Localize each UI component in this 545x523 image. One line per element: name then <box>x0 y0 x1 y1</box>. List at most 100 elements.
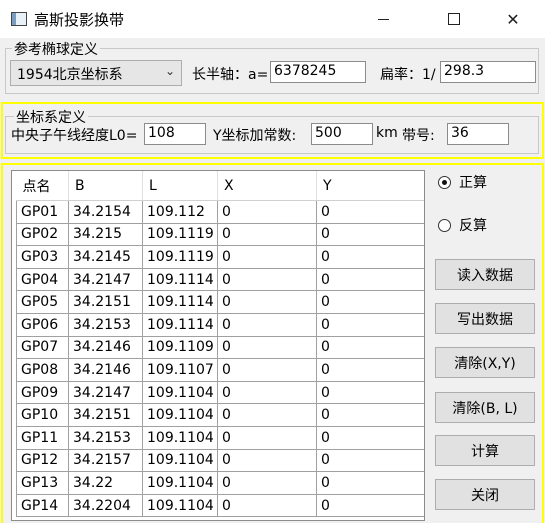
table-cell[interactable]: 0 <box>316 335 424 360</box>
table-cell[interactable]: 0 <box>217 425 317 450</box>
table-cell[interactable]: 34.2151 <box>68 290 143 314</box>
ellipsoid-select[interactable]: 1954北京坐标系 ⌄ <box>10 60 182 86</box>
table-cell[interactable]: 109.1104 <box>142 471 218 495</box>
table-cell[interactable]: 34.2153 <box>68 312 143 337</box>
table-cell[interactable]: 0 <box>217 380 317 405</box>
table-cell[interactable]: 109.1119 <box>142 222 218 247</box>
table-cell[interactable]: 34.2145 <box>68 245 143 269</box>
table-row[interactable]: GP08 34.2146 109.1107 0 0 <box>16 358 424 382</box>
table-cell[interactable]: 109.112 <box>142 200 218 224</box>
table-cell[interactable]: 34.215 <box>68 222 143 247</box>
table-cell[interactable]: 0 <box>217 267 317 292</box>
table-row[interactable]: GP13 34.22 109.1104 0 0 <box>16 471 424 495</box>
data-grid[interactable]: 点名 B L X Y GP01 34.2154 109.112 0 0 GP02 34.21… <box>11 170 425 521</box>
table-cell[interactable]: 0 <box>217 312 317 337</box>
table-cell[interactable]: 0 <box>316 471 424 495</box>
table-cell[interactable]: GP12 <box>16 448 69 473</box>
table-cell[interactable]: 0 <box>217 448 317 473</box>
table-cell[interactable]: 34.2146 <box>68 358 143 382</box>
table-cell[interactable]: GP09 <box>16 380 69 405</box>
table-cell[interactable]: 0 <box>316 290 424 314</box>
table-cell[interactable]: 0 <box>217 403 317 427</box>
clear-xy-button[interactable]: 清除(X,Y) <box>435 347 535 378</box>
table-cell[interactable]: 0 <box>217 245 317 269</box>
table-row[interactable]: GP03 34.2145 109.1119 0 0 <box>16 245 424 269</box>
read-data-button[interactable]: 读入数据 <box>435 259 535 290</box>
table-cell[interactable]: GP10 <box>16 403 69 427</box>
table-cell[interactable]: 0 <box>217 200 317 224</box>
table-cell[interactable]: 109.1107 <box>142 358 218 382</box>
maximize-button[interactable] <box>431 0 477 38</box>
table-cell[interactable]: 34.2147 <box>68 267 143 292</box>
table-cell[interactable]: 0 <box>316 312 424 337</box>
table-row[interactable]: GP06 34.2153 109.1114 0 0 <box>16 312 424 337</box>
table-cell[interactable]: 0 <box>316 403 424 427</box>
table-cell[interactable]: 0 <box>316 380 424 405</box>
table-row[interactable]: GP01 34.2154 109.112 0 0 <box>16 200 424 224</box>
table-cell[interactable]: 34.2146 <box>68 335 143 360</box>
table-cell[interactable]: GP01 <box>16 200 69 224</box>
table-cell[interactable]: 0 <box>217 471 317 495</box>
table-cell[interactable]: 0 <box>217 335 317 360</box>
table-cell[interactable]: 0 <box>217 493 317 518</box>
table-cell[interactable]: 109.1104 <box>142 493 218 518</box>
clear-bl-button[interactable]: 清除(B, L) <box>435 392 535 423</box>
table-row[interactable]: GP04 34.2147 109.1114 0 0 <box>16 267 424 292</box>
column-header[interactable]: L <box>142 171 218 201</box>
table-cell[interactable]: 109.1114 <box>142 290 218 314</box>
table-cell[interactable]: 109.1119 <box>142 245 218 269</box>
table-cell[interactable]: 109.1104 <box>142 403 218 427</box>
table-cell[interactable]: GP08 <box>16 358 69 382</box>
zone-input[interactable]: 36 <box>447 123 509 145</box>
table-cell[interactable]: GP02 <box>16 222 69 247</box>
close-window-button[interactable]: ✕ <box>490 0 536 38</box>
column-header[interactable]: X <box>217 171 317 201</box>
table-row[interactable]: GP09 34.2147 109.1104 0 0 <box>16 380 424 405</box>
y-add-input[interactable]: 500 <box>311 123 373 145</box>
column-header[interactable]: Y <box>316 171 424 201</box>
table-cell[interactable]: GP13 <box>16 471 69 495</box>
table-cell[interactable]: 0 <box>316 200 424 224</box>
table-cell[interactable]: 0 <box>217 358 317 382</box>
table-cell[interactable]: GP07 <box>16 335 69 360</box>
table-row[interactable]: GP14 34.2204 109.1104 0 0 <box>16 493 424 518</box>
table-cell[interactable]: GP06 <box>16 312 69 337</box>
table-cell[interactable]: 109.1104 <box>142 425 218 450</box>
inverse-radio[interactable]: 反算 <box>438 215 487 235</box>
table-cell[interactable]: 0 <box>316 425 424 450</box>
table-cell[interactable]: 34.22 <box>68 471 143 495</box>
table-cell[interactable]: GP04 <box>16 267 69 292</box>
table-row[interactable]: GP05 34.2151 109.1114 0 0 <box>16 290 424 314</box>
table-cell[interactable]: 34.2157 <box>68 448 143 473</box>
table-cell[interactable]: 109.1109 <box>142 335 218 360</box>
forward-radio[interactable]: 正算 <box>438 172 487 192</box>
table-cell[interactable]: GP03 <box>16 245 69 269</box>
table-row[interactable]: GP02 34.215 109.1119 0 0 <box>16 222 424 247</box>
table-cell[interactable]: 34.2147 <box>68 380 143 405</box>
close-button[interactable]: 关闭 <box>435 479 535 510</box>
table-cell[interactable]: 0 <box>316 267 424 292</box>
table-cell[interactable]: GP05 <box>16 290 69 314</box>
table-cell[interactable]: GP11 <box>16 425 69 450</box>
table-cell[interactable]: 109.1114 <box>142 312 218 337</box>
table-cell[interactable]: 0 <box>316 245 424 269</box>
table-cell[interactable]: GP14 <box>16 493 69 518</box>
table-cell[interactable]: 109.1104 <box>142 380 218 405</box>
table-cell[interactable]: 0 <box>217 222 317 247</box>
minimize-button[interactable] <box>360 0 406 38</box>
table-cell[interactable]: 0 <box>316 222 424 247</box>
table-cell[interactable]: 0 <box>316 448 424 473</box>
table-cell[interactable]: 0 <box>316 358 424 382</box>
table-row[interactable]: GP07 34.2146 109.1109 0 0 <box>16 335 424 360</box>
table-cell[interactable]: 0 <box>316 493 424 518</box>
meridian-input[interactable]: 108 <box>144 123 206 145</box>
table-cell[interactable]: 0 <box>217 290 317 314</box>
semi-major-input[interactable]: 6378245 <box>270 61 366 83</box>
table-cell[interactable]: 34.2151 <box>68 403 143 427</box>
table-row[interactable]: GP10 34.2151 109.1104 0 0 <box>16 403 424 427</box>
compute-button[interactable]: 计算 <box>435 435 535 466</box>
column-header[interactable]: B <box>68 171 143 201</box>
table-cell[interactable]: 109.1104 <box>142 448 218 473</box>
table-cell[interactable]: 34.2154 <box>68 200 143 224</box>
table-cell[interactable]: 109.1114 <box>142 267 218 292</box>
